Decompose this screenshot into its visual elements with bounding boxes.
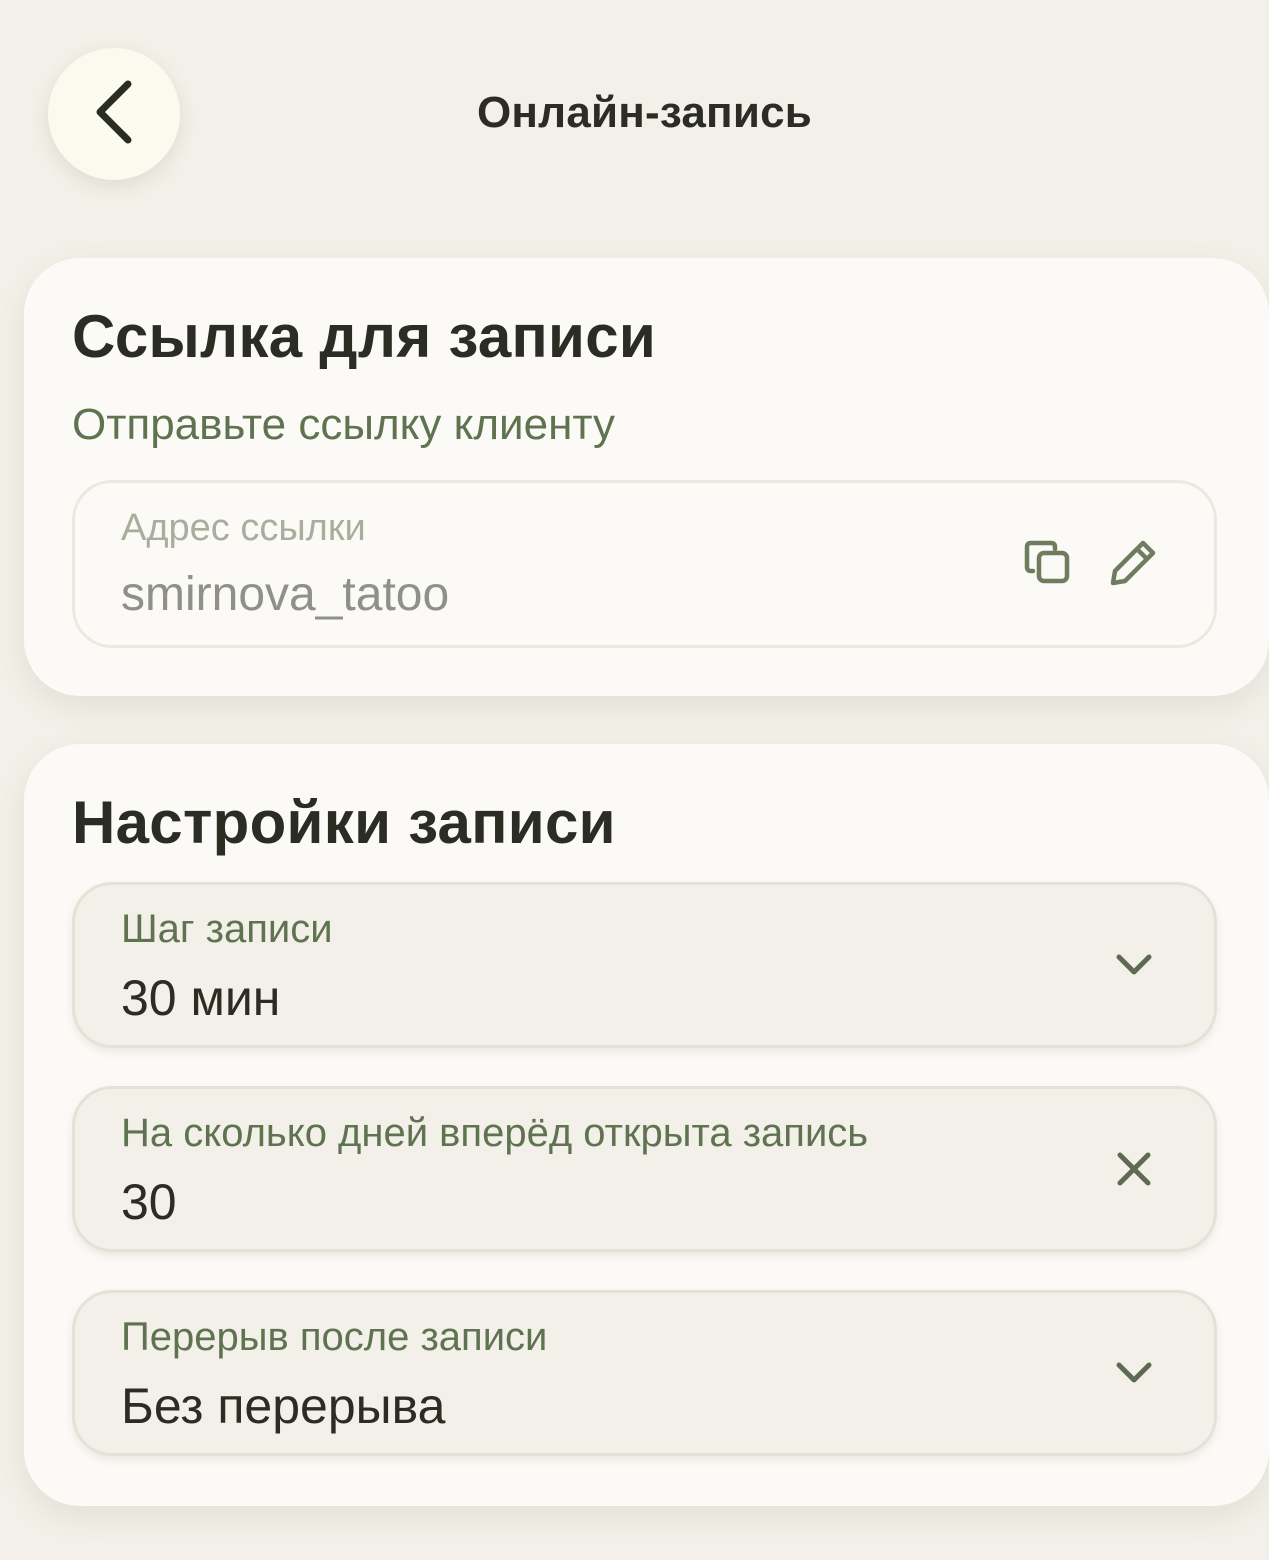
link-card-subtitle: Отправьте ссылку клиенту xyxy=(72,400,616,449)
break-after-label: Перерыв после записи xyxy=(121,1315,548,1359)
settings-card-title: Настройки записи xyxy=(72,789,616,856)
break-after-select[interactable]: Перерыв после записи Без перерыва xyxy=(72,1290,1217,1456)
link-address-label: Адрес ссылки xyxy=(121,507,366,549)
chevron-down-icon[interactable] xyxy=(1104,1343,1164,1403)
booking-step-label: Шаг записи xyxy=(121,907,333,951)
booking-step-value: 30 мин xyxy=(121,970,281,1026)
link-card: Ссылка для записи Отправьте ссылку клиен… xyxy=(24,258,1269,696)
copy-link-button[interactable] xyxy=(1019,535,1079,595)
pencil-icon xyxy=(1107,537,1159,594)
close-icon[interactable] xyxy=(1104,1139,1164,1199)
link-card-title: Ссылка для записи xyxy=(72,303,657,370)
days-ahead-value: 30 xyxy=(121,1174,177,1230)
page-title: Онлайн-запись xyxy=(476,88,812,137)
edit-link-button[interactable] xyxy=(1103,535,1163,595)
copy-icon xyxy=(1023,537,1075,594)
days-ahead-label: На сколько дней вперёд открыта запись xyxy=(121,1111,869,1155)
chevron-down-icon[interactable] xyxy=(1104,935,1164,995)
settings-card: Настройки записи Шаг записи 30 мин На ск… xyxy=(24,744,1269,1506)
break-after-value: Без перерыва xyxy=(121,1378,446,1434)
link-address-value: smirnova_tatoo xyxy=(121,568,450,621)
page: Онлайн-запись Ссылка для записи Отправьт… xyxy=(0,0,1269,1560)
booking-step-select[interactable]: Шаг записи 30 мин xyxy=(72,882,1217,1048)
link-address-field[interactable]: Адрес ссылки smirnova_tatoo xyxy=(72,480,1217,648)
days-ahead-input[interactable]: На сколько дней вперёд открыта запись 30 xyxy=(72,1086,1217,1252)
